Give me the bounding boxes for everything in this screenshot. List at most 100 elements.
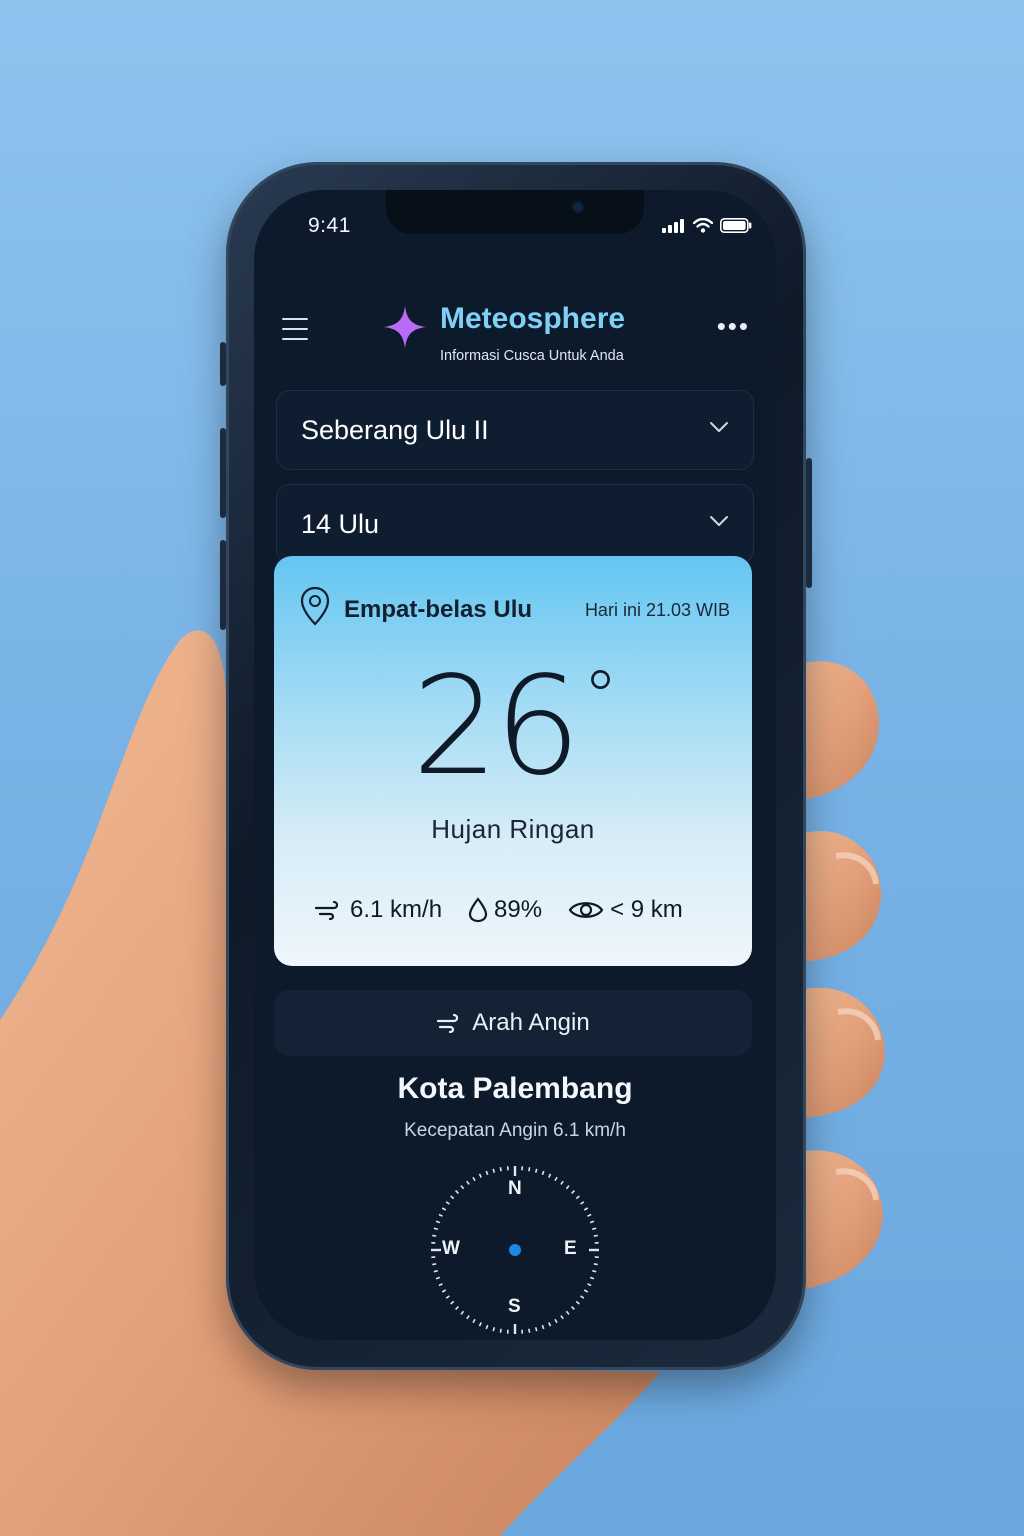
wind-direction-label: Arah Angin xyxy=(472,1009,590,1036)
wind-direction-button[interactable]: Arah Angin xyxy=(274,990,752,1056)
compass-tick xyxy=(432,1263,437,1266)
chevron-down-icon xyxy=(710,516,728,526)
compass-tick xyxy=(560,1315,564,1320)
compass-east: E xyxy=(564,1238,577,1259)
compass-tick xyxy=(499,1167,502,1172)
signal-icon xyxy=(662,218,684,233)
compass-tick xyxy=(541,1324,545,1330)
compass-tick xyxy=(460,1185,465,1190)
compass-tick xyxy=(580,1201,585,1205)
compass-south: S xyxy=(508,1296,521,1317)
compass-tick xyxy=(433,1269,438,1273)
weather-date: Hari ini 21.03 WIB xyxy=(584,600,730,620)
compass-tick xyxy=(587,1213,592,1217)
compass-tick xyxy=(450,1300,455,1305)
compass-tick xyxy=(565,1185,570,1190)
compass-tick xyxy=(583,1207,589,1211)
visibility-value: < 9 km xyxy=(610,896,683,923)
app-brand: Meteosphere Informasi Cusca Untuk Anda xyxy=(384,302,674,372)
wind-icon xyxy=(314,900,339,920)
compass-tick xyxy=(435,1276,441,1280)
camera-icon xyxy=(573,202,583,212)
weather-condition: Hujan Ringan xyxy=(431,814,595,844)
compass-tick xyxy=(438,1283,443,1287)
mute-switch xyxy=(220,342,226,386)
power-button xyxy=(806,458,812,588)
compass-tick xyxy=(455,1306,459,1310)
compass-tick xyxy=(548,1322,552,1327)
weather-card: Empat-belas Ulu Hari ini 21.03 WIB 26° H… xyxy=(274,556,752,966)
wind-compass: N E S W xyxy=(425,1160,605,1340)
compass-west: W xyxy=(442,1238,460,1259)
compass-tick xyxy=(548,1173,552,1178)
droplet-icon xyxy=(468,897,488,923)
status-icons xyxy=(662,218,752,233)
location-pin-icon xyxy=(300,586,330,626)
temperature-value: 26 xyxy=(411,648,581,806)
wind-icon xyxy=(437,1013,459,1033)
hamburger-icon[interactable] xyxy=(282,318,308,342)
compass-tick xyxy=(460,1310,465,1315)
weather-location: Empat-belas Ulu xyxy=(344,596,533,623)
compass-tick xyxy=(441,1207,447,1211)
district-select[interactable]: Seberang Ulu II xyxy=(276,390,754,470)
status-time: 9:41 xyxy=(308,214,351,237)
app-subtitle: Informasi Cusca Untuk Anda xyxy=(440,348,624,364)
compass-tick xyxy=(528,1167,531,1172)
compass-tick xyxy=(571,1190,575,1194)
degree-symbol: ° xyxy=(583,656,618,738)
compass-tick xyxy=(478,1322,482,1327)
visibility-stat: < 9 km xyxy=(568,896,683,924)
compass-tick xyxy=(534,1327,538,1332)
compass-tick xyxy=(455,1190,459,1194)
humidity-value: 89% xyxy=(494,896,543,923)
compass-tick xyxy=(433,1227,438,1231)
compass-tick xyxy=(589,1276,595,1280)
volume-down-button xyxy=(220,540,226,630)
compass-north: N xyxy=(508,1178,522,1199)
district-value: Seberang Ulu II xyxy=(301,415,489,445)
compass-tick xyxy=(534,1168,538,1173)
compass-tick xyxy=(435,1220,441,1224)
compass-tick xyxy=(587,1283,592,1287)
compass-tick xyxy=(575,1300,580,1305)
volume-up-button xyxy=(220,428,226,518)
compass-tick xyxy=(565,1310,570,1315)
compass-tick xyxy=(445,1201,450,1205)
sparkle-logo-icon xyxy=(384,306,426,348)
weather-stats: 6.1 km/h 89% < 9 km xyxy=(314,896,683,924)
compass-tick xyxy=(492,1327,496,1332)
compass-tick xyxy=(593,1234,598,1237)
eye-icon xyxy=(568,902,604,918)
compass-tick xyxy=(541,1170,545,1176)
chevron-down-icon xyxy=(710,422,728,432)
compass-tick xyxy=(560,1180,564,1185)
app-title: Meteosphere xyxy=(440,302,626,335)
compass-tick xyxy=(571,1306,575,1310)
wind-speed-label: Kecepatan Angin 6.1 km/h xyxy=(404,1120,626,1141)
compass-tick xyxy=(554,1318,558,1324)
compass-tick xyxy=(441,1289,447,1293)
humidity-stat: 89% xyxy=(468,896,542,924)
compass-tick xyxy=(554,1176,558,1182)
compass-tick xyxy=(450,1195,455,1200)
compass-tick xyxy=(466,1180,470,1185)
phone-frame: 9:41 Meteosphere Informasi Cusca Untuk A… xyxy=(220,162,812,1370)
compass-tick xyxy=(472,1318,476,1324)
compass-tick xyxy=(445,1295,450,1299)
compass-tick xyxy=(589,1220,595,1224)
city-name: Kota Palembang xyxy=(397,1072,633,1105)
more-icon[interactable]: ••• xyxy=(717,313,750,339)
compass-tick xyxy=(575,1195,580,1200)
app-screen: 9:41 Meteosphere Informasi Cusca Untuk A… xyxy=(254,190,776,1340)
compass-center-dot xyxy=(509,1244,521,1256)
subdistrict-select[interactable]: 14 Ulu xyxy=(276,484,754,564)
compass-tick xyxy=(528,1328,531,1333)
compass-tick xyxy=(583,1289,589,1293)
wifi-icon xyxy=(693,218,713,233)
compass-tick xyxy=(592,1227,597,1231)
battery-icon xyxy=(720,218,752,233)
compass-tick xyxy=(472,1176,476,1182)
subdistrict-value: 14 Ulu xyxy=(301,509,380,539)
compass-tick xyxy=(478,1173,482,1178)
